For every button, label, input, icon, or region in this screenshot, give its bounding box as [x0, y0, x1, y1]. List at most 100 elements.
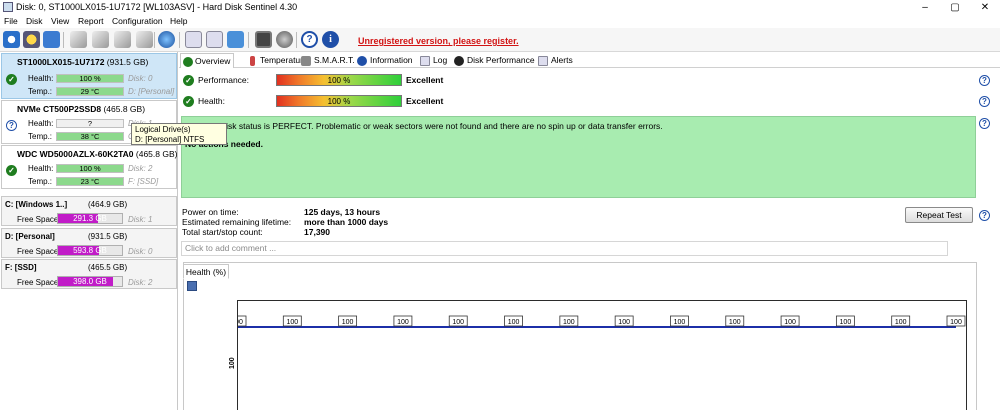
comment-field[interactable]: Click to add comment ...: [181, 241, 948, 256]
tab-temperature[interactable]: Temperature: [247, 53, 308, 68]
data-label-text: 100: [784, 319, 796, 326]
tab-disk-performance[interactable]: Disk Performance: [454, 53, 535, 68]
data-label: 100: [393, 315, 413, 327]
app-icon: [3, 2, 13, 12]
repeat-test-button[interactable]: Repeat Test: [905, 207, 973, 223]
health-label: Health:: [28, 74, 54, 83]
health-label: Health:: [28, 119, 54, 128]
free-space-value: 593.8 GB: [73, 246, 107, 255]
disk-list-panel: ST1000LX015-1U7172 (931.5 GB) ✓ Health: …: [0, 52, 178, 410]
data-label-text: 100: [563, 319, 575, 326]
report-icon[interactable]: [43, 31, 60, 48]
tab-label: Alerts: [551, 55, 573, 65]
refresh-icon[interactable]: [3, 31, 20, 48]
menu-view[interactable]: View: [51, 16, 69, 26]
monitor-icon[interactable]: [255, 31, 272, 48]
help-icon[interactable]: ?: [301, 31, 318, 48]
tab-log[interactable]: Log: [420, 53, 447, 68]
settings-icon[interactable]: [276, 31, 293, 48]
volume-disk: Disk: 2: [128, 278, 153, 287]
temp-label: Temp.:: [28, 177, 53, 186]
status-text-box: The hard disk status is PERFECT. Problem…: [181, 116, 976, 198]
help-icon[interactable]: ?: [979, 118, 990, 129]
title-bar: Disk: 0, ST1000LX015-1U7172 [WL103ASV] -…: [0, 0, 1000, 15]
performance-value: 100 %: [327, 76, 351, 85]
drive-letters: F: [SSD]: [128, 177, 159, 186]
tab-overview[interactable]: Overview: [180, 53, 235, 68]
start-stop-value: 17,390: [304, 227, 330, 237]
tool-icon-1[interactable]: [70, 31, 87, 48]
info-icon: [357, 56, 367, 66]
health-row: ✓ Health: 100 % Excellent ?: [179, 93, 1000, 109]
menu-help[interactable]: Help: [170, 16, 187, 26]
temp-value: 38 °C: [80, 132, 100, 141]
tooltip-line: D: [Personal] NTFS: [135, 135, 205, 144]
disk-name: ST1000LX015-1U7172 (931.5 GB): [17, 57, 148, 67]
document-icon[interactable]: [185, 31, 202, 48]
status-unknown-icon: ?: [6, 120, 17, 131]
disk-size: (465.8 GB): [103, 104, 146, 114]
disk-size: (931.5 GB): [106, 57, 149, 67]
menu-report[interactable]: Report: [78, 16, 104, 26]
tab-alerts[interactable]: Alerts: [538, 53, 573, 68]
data-label-text: 100: [238, 319, 243, 326]
disk-scan-icon[interactable]: [23, 31, 40, 48]
disk-entry[interactable]: ST1000LX015-1U7172 (931.5 GB) ✓ Health: …: [1, 53, 177, 99]
health-chart: 100 100 100 100 100 100 100 100 100 100 100 100 100 1…: [237, 300, 967, 410]
minimize-button[interactable]: –: [910, 0, 940, 15]
data-label: 100: [835, 315, 855, 327]
free-space-value: 291.3 GB: [73, 214, 107, 223]
tab-label: Overview: [195, 56, 231, 66]
volume-entry[interactable]: C: [Windows 1..] (464.9 GB) Free Space 2…: [1, 196, 177, 226]
tab-health-graph[interactable]: Health (%): [183, 264, 229, 279]
data-label: 100: [946, 315, 966, 327]
smart-icon: [301, 56, 311, 66]
close-button[interactable]: ✕: [970, 0, 1000, 15]
info-icon[interactable]: i: [322, 31, 339, 48]
check-icon: ✓: [183, 96, 194, 107]
menu-disk[interactable]: Disk: [26, 16, 43, 26]
globe-icon[interactable]: [158, 31, 175, 48]
data-label-text: 100: [508, 319, 520, 326]
volume-entry[interactable]: D: [Personal] (931.5 GB) Free Space 593.…: [1, 228, 177, 258]
disk-entry[interactable]: WDC WD5000AZLX-60K2TA0 (465.8 GB) ✓ Heal…: [1, 145, 177, 189]
maximize-button[interactable]: ▢: [940, 0, 970, 15]
unregistered-link[interactable]: Unregistered version, please register.: [358, 36, 519, 46]
help-icon[interactable]: ?: [979, 96, 990, 107]
health-value: 100 %: [79, 74, 101, 83]
free-space-bar: 291.3 GB: [57, 213, 123, 224]
health-bar: 100 %: [56, 164, 124, 173]
disk-model: WDC WD5000AZLX-60K2TA0: [17, 149, 134, 159]
logical-drives-tooltip: Logical Drive(s) D: [Personal] NTFS: [131, 123, 227, 145]
data-label-text: 100: [895, 319, 907, 326]
health-bar: 100 %: [56, 74, 124, 83]
window-title: Disk: 0, ST1000LX015-1U7172 [WL103ASV] -…: [16, 2, 298, 12]
menu-configuration[interactable]: Configuration: [112, 16, 163, 26]
tool-icon-4[interactable]: [136, 31, 153, 48]
status-text: The hard disk status is PERFECT. Problem…: [185, 121, 663, 131]
volume-disk: Disk: 1: [128, 215, 153, 224]
data-label: 100: [338, 315, 358, 327]
data-label-text: 100: [674, 319, 686, 326]
tool-icon-3[interactable]: [114, 31, 131, 48]
health-status: Excellent: [406, 96, 444, 106]
tab-smart[interactable]: S.M.A.R.T.: [301, 53, 355, 68]
toolbar-separator: [63, 32, 64, 48]
data-label: 100: [614, 315, 634, 327]
data-label-text: 100: [729, 319, 741, 326]
help-icon[interactable]: ?: [979, 75, 990, 86]
help-icon[interactable]: ?: [979, 210, 990, 221]
free-space-label: Free Space: [17, 278, 59, 287]
tab-bar: Overview Temperature S.M.A.R.T. Informat…: [179, 52, 1000, 68]
data-label-text: 100: [286, 319, 298, 326]
data-label: 100: [559, 315, 579, 327]
tool-icon-2[interactable]: [92, 31, 109, 48]
menu-file[interactable]: File: [4, 16, 18, 26]
save-icon[interactable]: [187, 281, 197, 291]
volume-entry[interactable]: F: [SSD] (465.5 GB) Free Space 398.0 GB …: [1, 259, 177, 289]
network-icon[interactable]: [227, 31, 244, 48]
data-label-text: 100: [950, 319, 962, 326]
data-label: 100: [448, 315, 468, 327]
tab-information[interactable]: Information: [357, 53, 413, 68]
copy-icon[interactable]: [206, 31, 223, 48]
